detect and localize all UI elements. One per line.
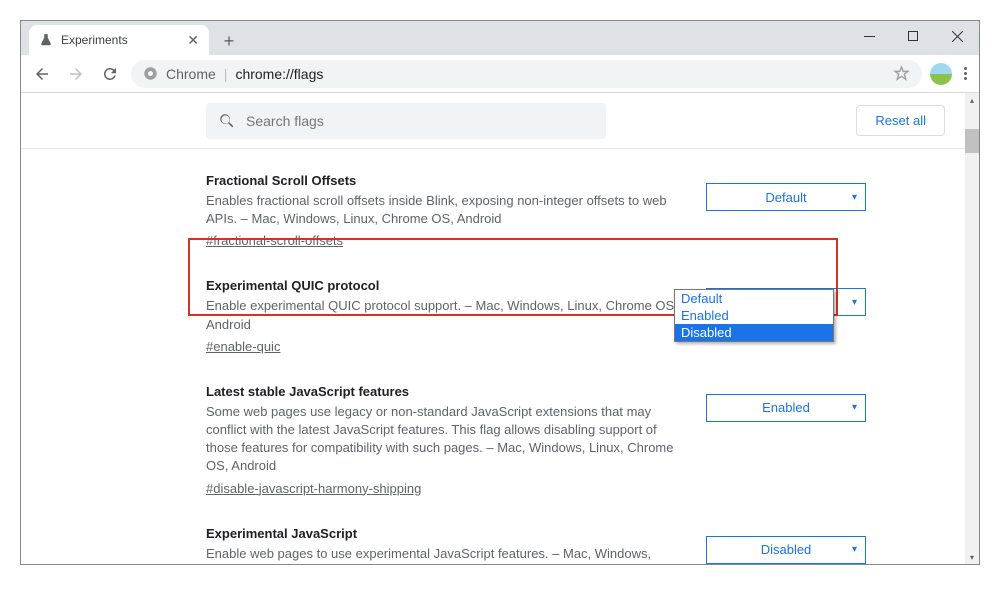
url-text: chrome://flags: [235, 66, 323, 82]
browser-menu-button[interactable]: [960, 63, 971, 84]
new-tab-button[interactable]: +: [215, 27, 243, 55]
search-box[interactable]: [206, 103, 606, 139]
reset-all-button[interactable]: Reset all: [856, 105, 945, 136]
search-icon: [218, 112, 236, 130]
chevron-down-icon: ▾: [852, 192, 857, 203]
bookmark-star-icon[interactable]: [893, 65, 910, 82]
flag-text: Experimental QUIC protocol Enable experi…: [206, 278, 686, 355]
flag-row: Latest stable JavaScript features Some w…: [206, 370, 945, 512]
minimize-button[interactable]: [847, 21, 891, 51]
close-tab-icon[interactable]: ✕: [187, 32, 199, 49]
window-controls: [847, 21, 979, 51]
flask-icon: [39, 33, 53, 47]
flag-title: Fractional Scroll Offsets: [206, 173, 686, 188]
flag-title: Experimental JavaScript: [206, 526, 686, 541]
flag-title: Experimental QUIC protocol: [206, 278, 686, 293]
back-button[interactable]: [29, 61, 55, 87]
flag-select-value: Disabled: [761, 542, 812, 557]
flag-select[interactable]: Enabled ▾: [706, 394, 866, 422]
flag-description: Enables fractional scroll offsets inside…: [206, 192, 686, 228]
flag-text: Experimental JavaScript Enable web pages…: [206, 526, 686, 565]
reload-button[interactable]: [97, 61, 123, 87]
search-input[interactable]: [246, 113, 594, 129]
flags-header: Reset all: [21, 93, 979, 149]
maximize-button[interactable]: [891, 21, 935, 51]
dropdown-option[interactable]: Enabled: [675, 307, 833, 324]
flag-description: Enable web pages to use experimental Jav…: [206, 545, 686, 565]
url-scheme-label: Chrome: [166, 66, 216, 82]
chevron-down-icon: ▾: [852, 402, 857, 413]
flag-text: Latest stable JavaScript features Some w…: [206, 384, 686, 498]
flag-anchor-link[interactable]: #disable-javascript-harmony-shipping: [206, 481, 421, 496]
close-window-button[interactable]: [935, 21, 979, 51]
flag-row: Experimental JavaScript Enable web pages…: [206, 512, 945, 565]
chrome-icon: [143, 66, 158, 81]
flag-dropdown-open[interactable]: DefaultEnabledDisabled: [674, 289, 834, 342]
dropdown-option[interactable]: Disabled: [675, 324, 833, 341]
flag-row: Fractional Scroll Offsets Enables fracti…: [206, 159, 945, 264]
browser-toolbar: Chrome | chrome://flags: [21, 55, 979, 93]
flag-title: Latest stable JavaScript features: [206, 384, 686, 399]
dropdown-option[interactable]: Default: [675, 290, 833, 307]
browser-window: Experiments ✕ + Chro: [20, 20, 980, 565]
page-content: ▴ ▾ Reset all Fractional Scroll Offsets …: [21, 93, 979, 564]
flag-select[interactable]: Disabled ▾: [706, 536, 866, 564]
chevron-down-icon: ▾: [852, 544, 857, 555]
flag-select-value: Enabled: [762, 400, 810, 415]
flag-row: Experimental QUIC protocol Enable experi…: [206, 264, 945, 369]
titlebar: Experiments ✕ +: [21, 21, 979, 55]
browser-tab[interactable]: Experiments ✕: [29, 25, 209, 55]
flag-anchor-link[interactable]: #enable-quic: [206, 339, 280, 354]
flag-select-value: Default: [765, 190, 806, 205]
tab-title: Experiments: [61, 33, 128, 47]
flag-description: Some web pages use legacy or non-standar…: [206, 403, 686, 476]
flag-anchor-link[interactable]: #fractional-scroll-offsets: [206, 233, 343, 248]
profile-avatar[interactable]: [930, 63, 952, 85]
address-bar[interactable]: Chrome | chrome://flags: [131, 60, 922, 88]
flag-text: Fractional Scroll Offsets Enables fracti…: [206, 173, 686, 250]
scroll-up-arrow[interactable]: ▴: [965, 93, 979, 107]
flag-select[interactable]: Default ▾: [706, 183, 866, 211]
flag-description: Enable experimental QUIC protocol suppor…: [206, 297, 686, 333]
chevron-down-icon: ▾: [852, 297, 857, 308]
forward-button[interactable]: [63, 61, 89, 87]
